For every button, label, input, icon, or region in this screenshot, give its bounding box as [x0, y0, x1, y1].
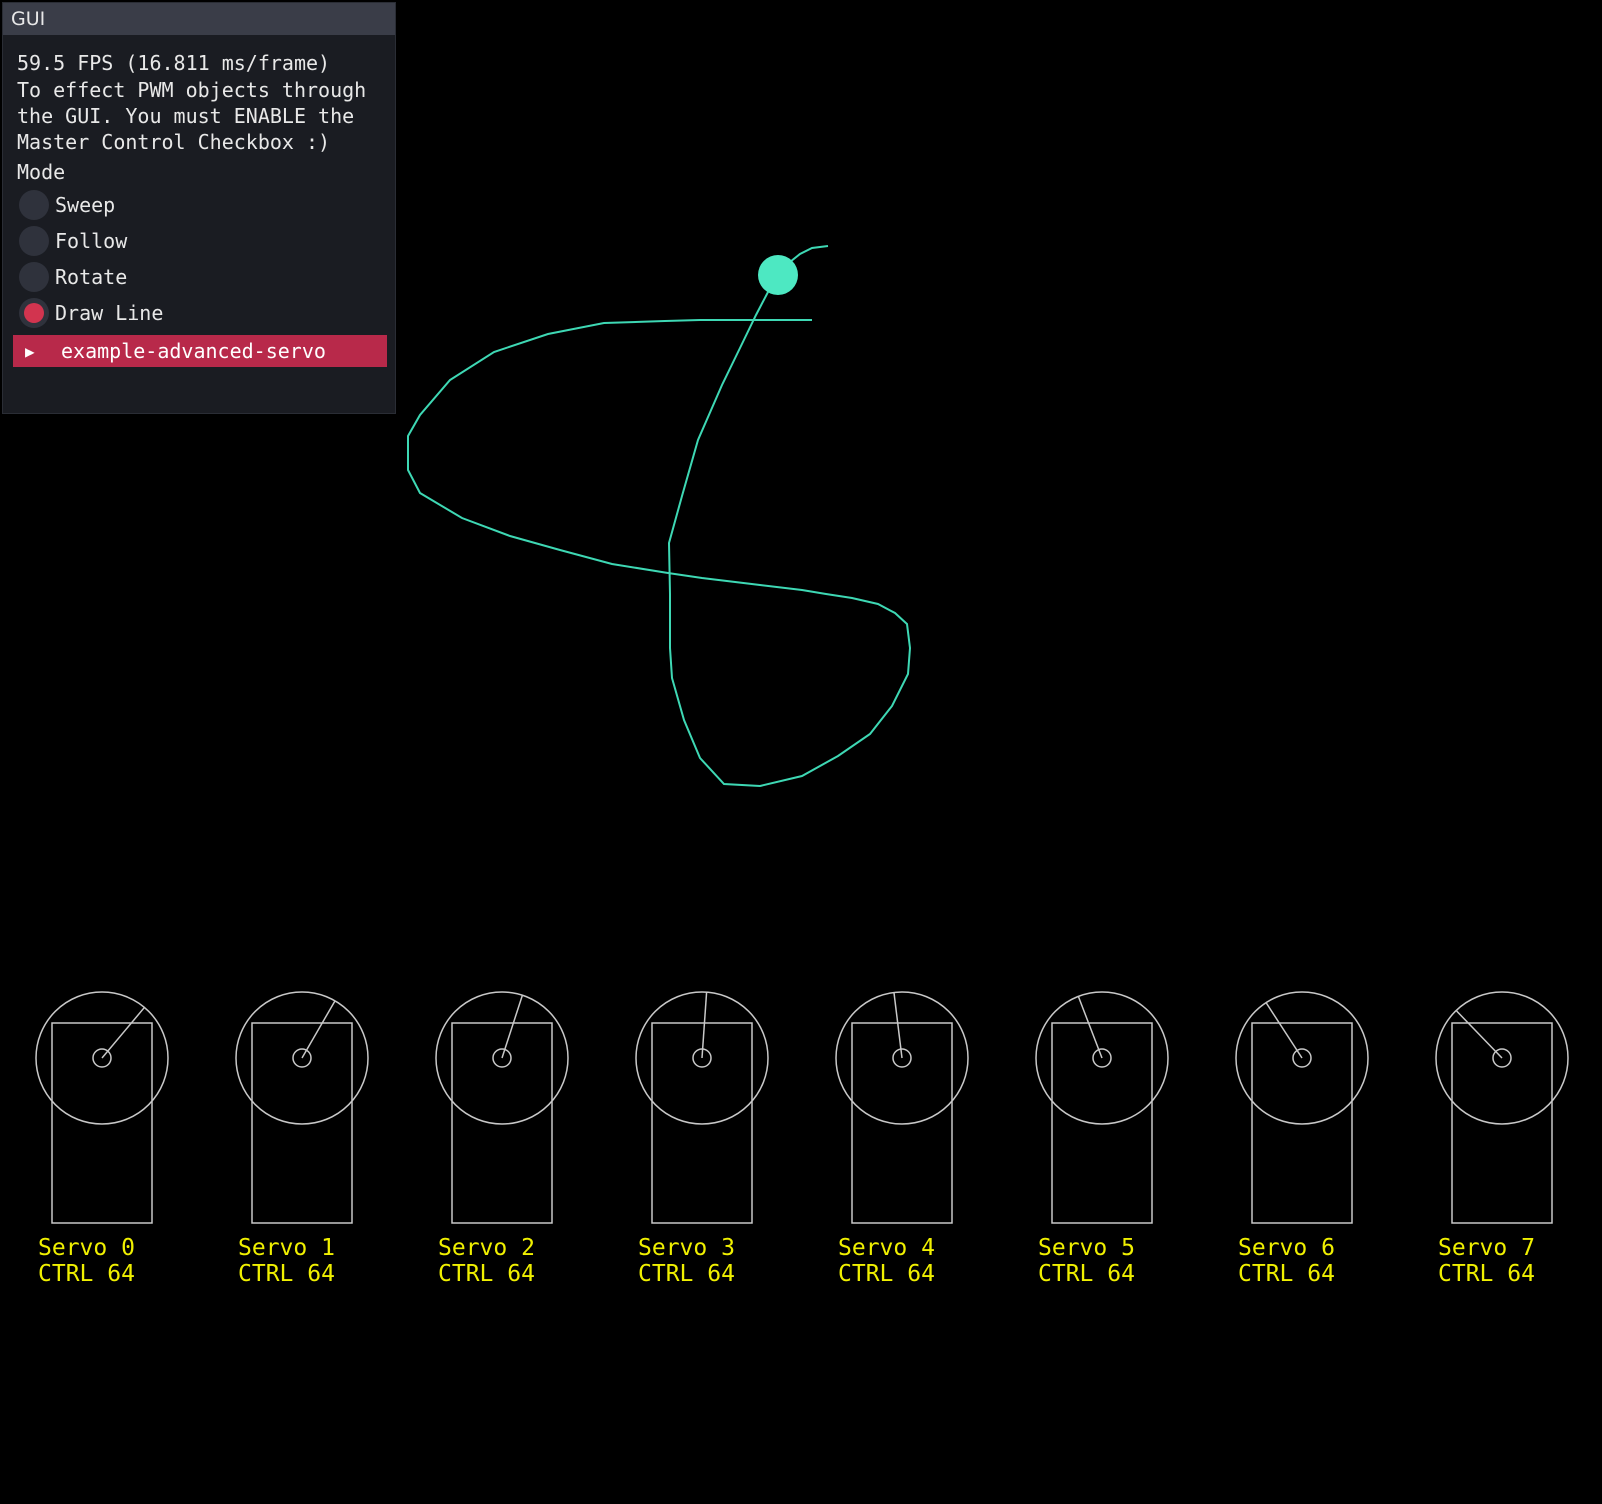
gui-title: GUI	[11, 8, 46, 30]
servo-body	[1451, 1022, 1553, 1224]
servo-body	[451, 1022, 553, 1224]
servo-row: Servo 0CTRL 64Servo 1CTRL 64Servo 2CTRL …	[35, 991, 1569, 1287]
servo-1: Servo 1CTRL 64	[235, 991, 369, 1287]
radio-button[interactable]	[19, 190, 49, 220]
servo-name-label: Servo 7	[1438, 1235, 1535, 1261]
servo-arm	[1455, 1010, 1503, 1059]
servo-body	[1251, 1022, 1353, 1224]
cursor-target-dot	[758, 255, 798, 295]
servo-arm	[101, 1006, 145, 1059]
servo-body	[1051, 1022, 1153, 1224]
servo-arm	[1265, 1002, 1303, 1059]
servo-arm	[893, 992, 903, 1059]
mode-radio-draw-line[interactable]: Draw Line	[17, 295, 381, 331]
radio-label: Sweep	[55, 193, 116, 217]
servo-ctrl-label: CTRL 64	[1038, 1261, 1135, 1287]
servo-name-label: Servo 6	[1238, 1235, 1335, 1261]
radio-label: Rotate	[55, 265, 128, 289]
fps-counter: 59.5 FPS (16.811 ms/frame)	[17, 51, 331, 75]
servo-6: Servo 6CTRL 64	[1235, 991, 1369, 1287]
servo-arm	[301, 1000, 336, 1059]
mode-label: Mode	[17, 160, 66, 184]
servo-name-label: Servo 2	[438, 1235, 535, 1261]
servo-name-label: Servo 5	[1038, 1235, 1135, 1261]
servo-ctrl-label: CTRL 64	[838, 1261, 935, 1287]
mode-radio-sweep[interactable]: Sweep	[17, 187, 381, 223]
collapse-label: example-advanced-servo	[61, 339, 326, 363]
servo-ctrl-label: CTRL 64	[238, 1261, 335, 1287]
gui-titlebar[interactable]: GUI	[3, 3, 395, 35]
servo-arm	[501, 994, 524, 1059]
mode-radio-rotate[interactable]: Rotate	[17, 259, 381, 295]
servo-name-label: Servo 4	[838, 1235, 935, 1261]
radio-label: Draw Line	[55, 301, 164, 325]
triangle-right-icon: ▶	[25, 341, 35, 361]
servo-ctrl-label: CTRL 64	[438, 1261, 535, 1287]
servo-ctrl-label: CTRL 64	[1238, 1261, 1335, 1287]
radio-button[interactable]	[19, 226, 49, 256]
drawn-line-trail	[407, 245, 912, 788]
radio-label: Follow	[55, 229, 128, 253]
servo-5: Servo 5CTRL 64	[1035, 991, 1169, 1287]
servo-4: Servo 4CTRL 64	[835, 991, 969, 1287]
servo-2: Servo 2CTRL 64	[435, 991, 569, 1287]
radio-button[interactable]	[19, 262, 49, 292]
radio-button-selected[interactable]	[19, 298, 49, 328]
collapsing-header-example-advanced-servo[interactable]: ▶ example-advanced-servo	[13, 335, 387, 367]
servo-arm	[701, 992, 708, 1059]
mode-radio-follow[interactable]: Follow	[17, 223, 381, 259]
gui-panel: GUI 59.5 FPS (16.811 ms/frame) To effect…	[2, 2, 396, 414]
servo-body	[251, 1022, 353, 1224]
servo-0: Servo 0CTRL 64	[35, 991, 169, 1287]
servo-ctrl-label: CTRL 64	[638, 1261, 735, 1287]
servo-name-label: Servo 1	[238, 1235, 335, 1261]
servo-ctrl-label: CTRL 64	[38, 1261, 135, 1287]
servo-3: Servo 3CTRL 64	[635, 991, 769, 1287]
servo-7: Servo 7CTRL 64	[1435, 991, 1569, 1287]
servo-name-label: Servo 0	[38, 1235, 135, 1261]
servo-arm	[1077, 996, 1103, 1059]
servo-body	[51, 1022, 153, 1224]
trail-path	[407, 245, 912, 788]
servo-name-label: Servo 3	[638, 1235, 735, 1261]
info-text: To effect PWM objects through the GUI. Y…	[17, 78, 379, 154]
gui-body: 59.5 FPS (16.811 ms/frame) To effect PWM…	[3, 35, 395, 367]
servo-ctrl-label: CTRL 64	[1438, 1261, 1535, 1287]
